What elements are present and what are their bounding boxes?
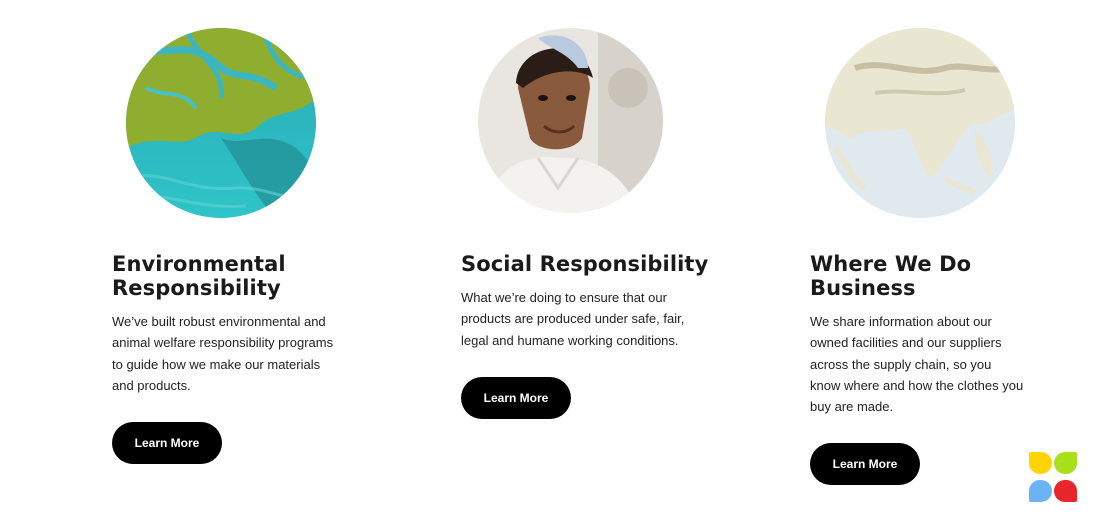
world-map-image <box>825 28 1015 218</box>
card-description-environmental: We’ve built robust environmental and ani… <box>112 314 334 393</box>
learn-more-button-social[interactable]: Learn More <box>461 377 571 419</box>
social-image <box>478 28 663 213</box>
learn-more-button-environmental[interactable]: Learn More <box>112 422 222 464</box>
title-line: Responsibility <box>112 276 281 300</box>
learn-more-button-business[interactable]: Learn More <box>810 443 920 485</box>
card-title-business: Where We Do Business <box>810 252 1050 300</box>
card-description-business: We share information about our owned fac… <box>810 314 1024 415</box>
business-image <box>825 28 1015 218</box>
four-petal-logo-icon[interactable] <box>1027 450 1079 504</box>
title-line: Where We Do <box>810 252 972 276</box>
aerial-coastline-image <box>126 28 316 218</box>
card-description-social: What we’re doing to ensure that our prod… <box>461 290 685 348</box>
factory-worker-portrait-image <box>478 28 663 213</box>
environmental-image <box>126 28 316 218</box>
card-title-social: Social Responsibility <box>461 252 709 276</box>
card-title-environmental: Environmental Responsibility <box>112 252 352 300</box>
title-line: Environmental <box>112 252 286 276</box>
title-line: Business <box>810 276 916 300</box>
